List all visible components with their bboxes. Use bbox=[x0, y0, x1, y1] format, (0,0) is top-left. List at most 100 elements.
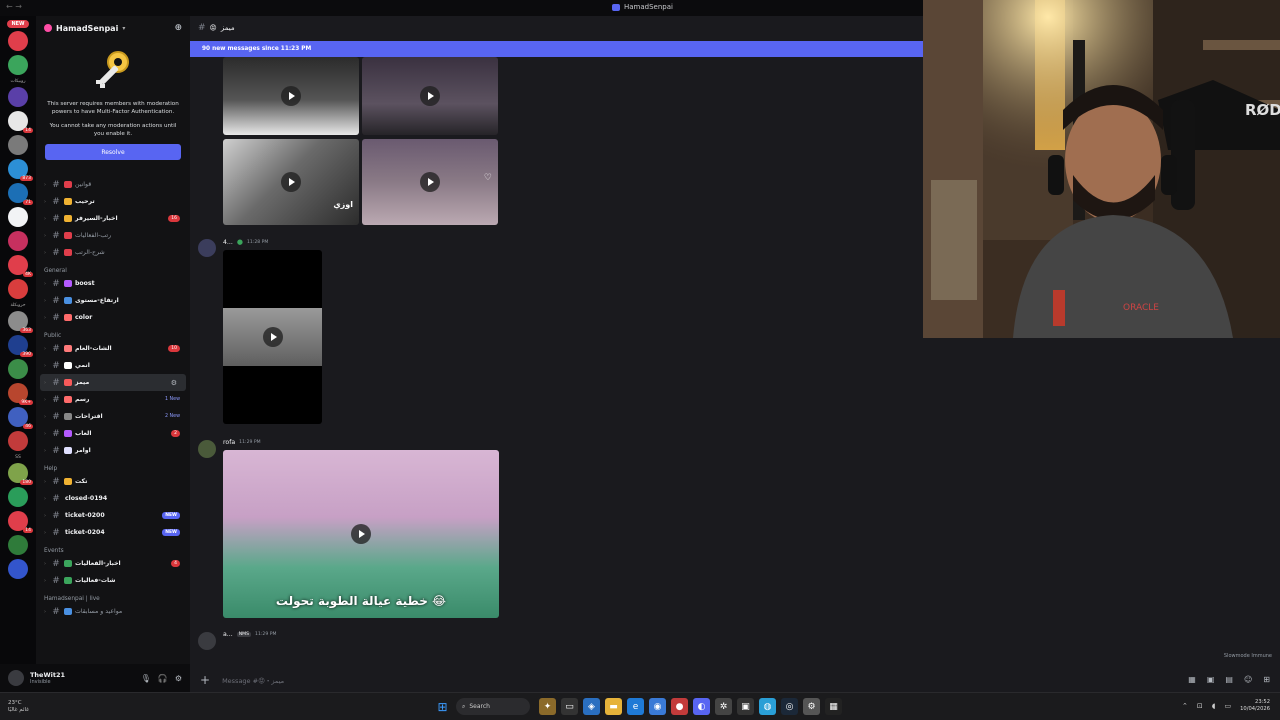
avatar[interactable] bbox=[8, 670, 24, 686]
server-icon[interactable]: 363 bbox=[8, 311, 33, 333]
channel-item[interactable]: › # ارتفاع-مستوى bbox=[36, 292, 190, 309]
server-icon[interactable]: 46 bbox=[8, 407, 33, 429]
server-header[interactable]: HamadSenpai ▾ ⊕ bbox=[36, 16, 190, 40]
apps-icon[interactable]: ⊞ bbox=[1263, 675, 1270, 684]
server-icon[interactable] bbox=[8, 487, 28, 507]
channel-item[interactable]: › # ticket-0200 NEW bbox=[36, 507, 190, 524]
server-icon[interactable]: 180 bbox=[8, 463, 33, 485]
server-icon[interactable] bbox=[8, 55, 28, 75]
user-info[interactable]: TheWit21 Invisible bbox=[30, 671, 65, 685]
channel-category[interactable]: Public bbox=[36, 326, 190, 340]
channel-item[interactable]: › # boost bbox=[36, 275, 190, 292]
app-icon[interactable]: ◍ bbox=[759, 698, 776, 715]
channel-item[interactable]: › # closed-0194 bbox=[36, 490, 190, 507]
app-icon[interactable]: ◉ bbox=[649, 698, 666, 715]
server-icon[interactable] bbox=[8, 87, 28, 107]
play-icon[interactable] bbox=[281, 172, 301, 192]
battery-icon[interactable]: ▭ bbox=[1224, 702, 1231, 710]
channel-item[interactable]: › # color bbox=[36, 309, 190, 326]
volume-icon[interactable]: ◖ bbox=[1212, 702, 1216, 710]
play-icon[interactable] bbox=[262, 327, 283, 347]
server-icon[interactable]: 14 bbox=[8, 111, 33, 133]
clock[interactable]: 23:52 10/04/2026 bbox=[1240, 699, 1270, 713]
task-view-icon[interactable]: ▭ bbox=[561, 698, 578, 715]
channel-item[interactable]: › # العاب 2 bbox=[36, 425, 190, 442]
avatar[interactable] bbox=[198, 632, 216, 650]
channel-item-active[interactable]: › # ميمز ⚙ bbox=[40, 374, 186, 391]
app-icon[interactable]: ▣ bbox=[737, 698, 754, 715]
channel-item[interactable]: › # رسم 1 New bbox=[36, 391, 190, 408]
channel-item[interactable]: › # الشات-العام 10 bbox=[36, 340, 190, 357]
server-icon[interactable] bbox=[8, 535, 28, 555]
steam-icon[interactable]: ◎ bbox=[781, 698, 798, 715]
server-icon[interactable] bbox=[8, 431, 28, 451]
server-icon[interactable] bbox=[8, 207, 28, 227]
discord-icon[interactable]: ◐ bbox=[693, 698, 710, 715]
server-icon[interactable]: 873 bbox=[8, 159, 33, 181]
channel-item[interactable]: › # اخبار-الفعاليات 4 bbox=[36, 555, 190, 572]
video-thumbnail[interactable] bbox=[223, 250, 322, 424]
server-icon[interactable] bbox=[8, 231, 28, 251]
channel-item[interactable]: › # ترحيب bbox=[36, 193, 190, 210]
channel-item[interactable]: › # ticket-0204 NEW bbox=[36, 524, 190, 541]
gear-icon[interactable]: ⚙ bbox=[175, 674, 182, 683]
server-icon[interactable] bbox=[8, 31, 28, 51]
gif-icon[interactable]: ▣ bbox=[1207, 675, 1215, 684]
server-icon[interactable]: 71 bbox=[8, 183, 33, 205]
emoji-picker-icon[interactable]: ☺ bbox=[1244, 675, 1252, 684]
gear-icon[interactable]: ⚙ bbox=[803, 698, 820, 715]
app-icon[interactable]: ● bbox=[671, 698, 688, 715]
play-icon[interactable] bbox=[420, 172, 440, 192]
video-thumbnail[interactable]: خطية عيالة الطوبة تحولت 😂 bbox=[223, 450, 499, 618]
sticker-icon[interactable]: ▤ bbox=[1225, 675, 1233, 684]
server-icon[interactable] bbox=[8, 359, 28, 379]
gift-icon[interactable]: ▦ bbox=[1188, 675, 1196, 684]
server-icon[interactable] bbox=[8, 279, 28, 299]
resolve-button[interactable]: Resolve bbox=[45, 144, 181, 160]
message-input[interactable]: Message #😡・ميمز bbox=[222, 675, 284, 685]
nav-arrows-icon[interactable]: ← → bbox=[6, 2, 22, 11]
server-icon[interactable]: 9K+ bbox=[8, 383, 33, 405]
channel-item[interactable]: › # تكت bbox=[36, 473, 190, 490]
channel-item[interactable]: › # قوانين bbox=[36, 176, 190, 193]
server-icon[interactable]: 14 bbox=[8, 511, 33, 533]
headphones-icon[interactable]: 🎧 bbox=[158, 674, 168, 683]
avatar[interactable] bbox=[198, 239, 216, 257]
video-thumbnail[interactable] bbox=[223, 57, 359, 135]
add-attachment-icon[interactable]: + bbox=[200, 673, 210, 687]
app-icon[interactable]: ✲ bbox=[715, 698, 732, 715]
network-icon[interactable]: ⊡ bbox=[1197, 702, 1203, 710]
server-icon[interactable]: 390 bbox=[8, 335, 33, 357]
channel-item[interactable]: › # اوامر bbox=[36, 442, 190, 459]
video-thumbnail[interactable]: اوزي bbox=[223, 139, 359, 225]
channel-item[interactable]: › # انمي bbox=[36, 357, 190, 374]
channel-item[interactable]: › # رتب-الفعاليات bbox=[36, 227, 190, 244]
channel-item[interactable]: › # شات-فعاليات bbox=[36, 572, 190, 589]
play-icon[interactable] bbox=[351, 524, 371, 544]
invite-people-icon[interactable]: ⊕ bbox=[174, 23, 182, 33]
heart-icon[interactable]: ♡ bbox=[484, 173, 492, 183]
channel-item[interactable]: › # مواعيد و مسابقات bbox=[36, 603, 190, 620]
play-icon[interactable] bbox=[420, 86, 440, 106]
new-messages-bar[interactable]: 90 new messages since 11:23 PM bbox=[190, 41, 923, 57]
app-icon[interactable]: ▦ bbox=[825, 698, 842, 715]
taskbar-search[interactable]: ⌕ Search bbox=[456, 698, 530, 715]
video-thumbnail[interactable]: ♡ bbox=[362, 139, 498, 225]
windows-start-icon[interactable]: ⊞ bbox=[434, 698, 451, 715]
file-explorer-icon[interactable]: ▬ bbox=[605, 698, 622, 715]
avatar[interactable] bbox=[198, 440, 216, 458]
channel-category[interactable]: Help bbox=[36, 459, 190, 473]
play-icon[interactable] bbox=[281, 86, 301, 106]
channel-category[interactable]: Hamadsenpai | live bbox=[36, 589, 190, 603]
channel-category[interactable]: General bbox=[36, 261, 190, 275]
channel-category[interactable]: Events bbox=[36, 541, 190, 555]
widget-icon[interactable]: ✦ bbox=[539, 698, 556, 715]
server-icon[interactable] bbox=[8, 559, 28, 579]
chevron-up-icon[interactable]: ⌃ bbox=[1182, 702, 1188, 710]
microphone-icon[interactable]: 🎙 bbox=[141, 674, 151, 683]
server-icon[interactable] bbox=[8, 135, 28, 155]
weather-widget[interactable]: 23°C غائم غالبًا bbox=[8, 700, 29, 713]
channel-item[interactable]: › # اخبار-السيرفر 16 bbox=[36, 210, 190, 227]
server-icon[interactable]: 4K bbox=[8, 255, 33, 277]
channel-settings-icon[interactable]: ⚙ bbox=[171, 379, 177, 387]
